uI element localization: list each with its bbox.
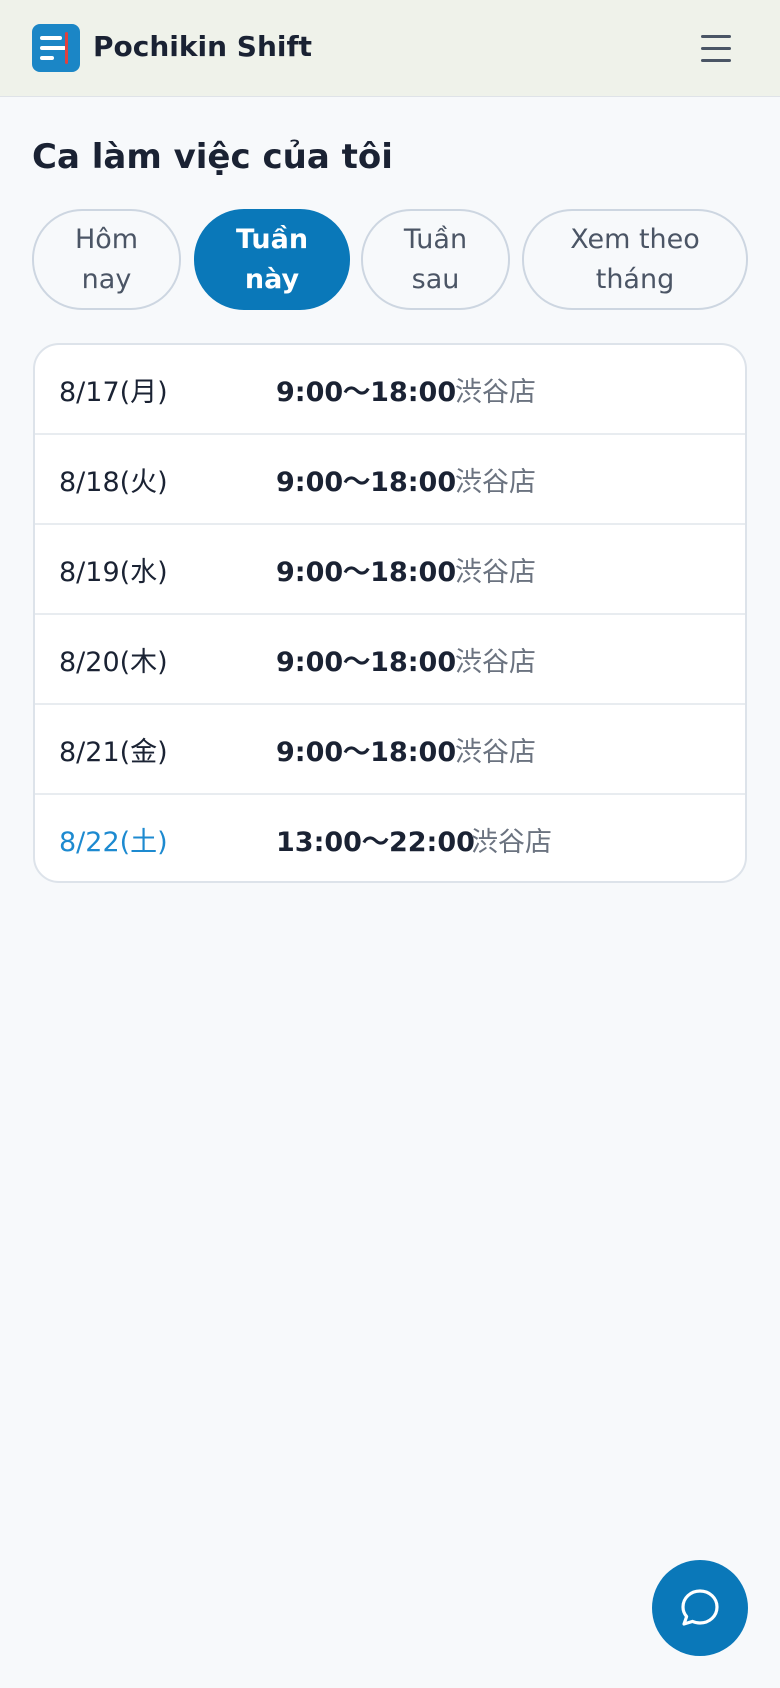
- shift-date: 8/21(金): [59, 737, 168, 768]
- tab-today-label-line1: Hôm: [74, 223, 139, 255]
- app-header: Pochikin Shift: [0, 0, 780, 97]
- tab-next-week[interactable]: Tuần sau: [361, 209, 510, 310]
- shift-date: 8/18(火): [59, 467, 168, 498]
- chat-bubble-icon: [681, 1589, 719, 1626]
- shift-time: 13:00〜22:00: [276, 827, 475, 858]
- tab-this-week[interactable]: Tuần này: [194, 209, 350, 310]
- shift-store: 渋谷店: [455, 647, 536, 678]
- tab-monthly-view-label-line2: tháng: [595, 263, 675, 295]
- hamburger-menu-icon[interactable]: [697, 31, 737, 67]
- shift-row[interactable]: 8/22(土) 13:00〜22:00 渋谷店: [35, 795, 745, 881]
- shift-row[interactable]: 8/18(火) 9:00〜18:00 渋谷店: [35, 435, 745, 525]
- shift-row[interactable]: 8/21(金) 9:00〜18:00 渋谷店: [35, 705, 745, 795]
- tab-monthly-view[interactable]: Xem theo tháng: [522, 209, 748, 310]
- shift-row[interactable]: 8/17(月) 9:00〜18:00 渋谷店: [35, 345, 745, 435]
- page-title: Ca làm việc của tôi: [32, 137, 393, 177]
- tab-this-week-label-line2: này: [244, 263, 300, 295]
- shift-store: 渋谷店: [455, 377, 536, 408]
- shift-time: 9:00〜18:00: [276, 467, 457, 498]
- shift-date: 8/22(土): [59, 827, 168, 858]
- shift-date: 8/19(水): [59, 557, 168, 588]
- period-tabs: Hôm nay Tuần này Tuần sau Xem theo tháng: [32, 209, 752, 310]
- shift-time: 9:00〜18:00: [276, 737, 457, 768]
- tab-this-week-label-line1: Tuần: [235, 223, 309, 255]
- tab-today[interactable]: Hôm nay: [32, 209, 181, 310]
- shift-store: 渋谷店: [471, 827, 552, 858]
- shift-time: 9:00〜18:00: [276, 377, 457, 408]
- shift-date: 8/17(月): [59, 377, 168, 408]
- shift-store: 渋谷店: [455, 737, 536, 768]
- shift-list: 8/17(月) 9:00〜18:00 渋谷店 8/18(火) 9:00〜18:0…: [33, 343, 747, 883]
- shift-time: 9:00〜18:00: [276, 557, 457, 588]
- app-name: Pochikin Shift: [93, 30, 313, 63]
- app-logo-icon[interactable]: [32, 24, 80, 72]
- tab-monthly-view-label-line1: Xem theo: [570, 223, 700, 255]
- tab-next-week-label-line1: Tuần: [403, 223, 468, 255]
- chat-button[interactable]: [652, 1560, 748, 1656]
- tab-today-label-line2: nay: [81, 263, 132, 295]
- shift-store: 渋谷店: [455, 557, 536, 588]
- tab-next-week-label-line2: sau: [411, 263, 460, 295]
- shift-row[interactable]: 8/20(木) 9:00〜18:00 渋谷店: [35, 615, 745, 705]
- shift-date: 8/20(木): [59, 647, 168, 678]
- shift-row[interactable]: 8/19(水) 9:00〜18:00 渋谷店: [35, 525, 745, 615]
- shift-time: 9:00〜18:00: [276, 647, 457, 678]
- shift-store: 渋谷店: [455, 467, 536, 498]
